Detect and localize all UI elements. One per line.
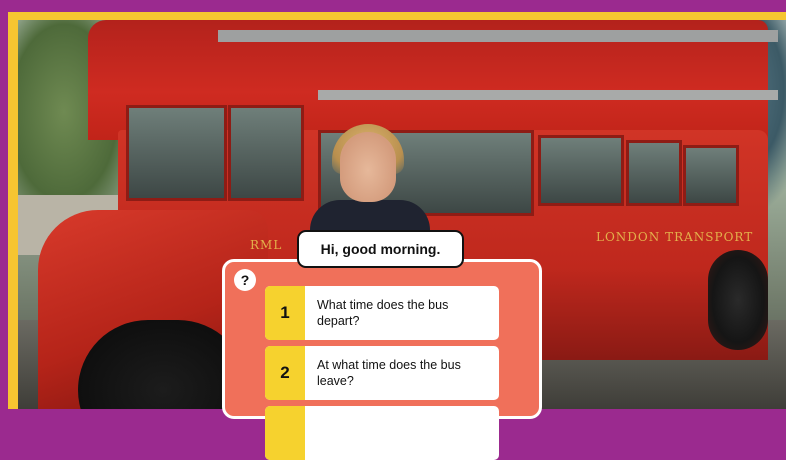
bus-window — [538, 135, 624, 206]
option-text — [305, 406, 499, 460]
person-head — [340, 132, 396, 202]
bus-fleet-text: LONDON TRANSPORT — [596, 230, 754, 244]
bus-wheel — [708, 250, 768, 350]
bus-plate-text: RML — [250, 238, 283, 252]
option-text: What time does the bus depart? — [317, 298, 449, 328]
help-button[interactable]: ? — [234, 269, 256, 291]
speech-text: Hi, good morning. — [320, 241, 441, 257]
frame-top — [0, 0, 786, 12]
options-panel: ? 1 What time does the bus depart? 2 At … — [222, 259, 542, 460]
question-mark-icon: ? — [240, 272, 250, 288]
bus-window — [626, 140, 682, 206]
bus-window — [683, 145, 739, 206]
option-number: 2 — [265, 346, 305, 400]
bus-window — [228, 105, 304, 201]
speech-bubble: Hi, good morning. — [297, 230, 464, 268]
option-number — [265, 406, 305, 460]
option-text: At what time does the bus leave? — [317, 358, 461, 388]
option-number: 1 — [265, 286, 305, 340]
bus-stripe — [318, 90, 778, 100]
bus-stripe — [218, 30, 778, 42]
bus-window — [126, 105, 227, 201]
option-3[interactable] — [265, 406, 499, 460]
option-2[interactable]: 2 At what time does the bus leave? — [265, 346, 499, 400]
option-1[interactable]: 1 What time does the bus depart? — [265, 286, 499, 340]
